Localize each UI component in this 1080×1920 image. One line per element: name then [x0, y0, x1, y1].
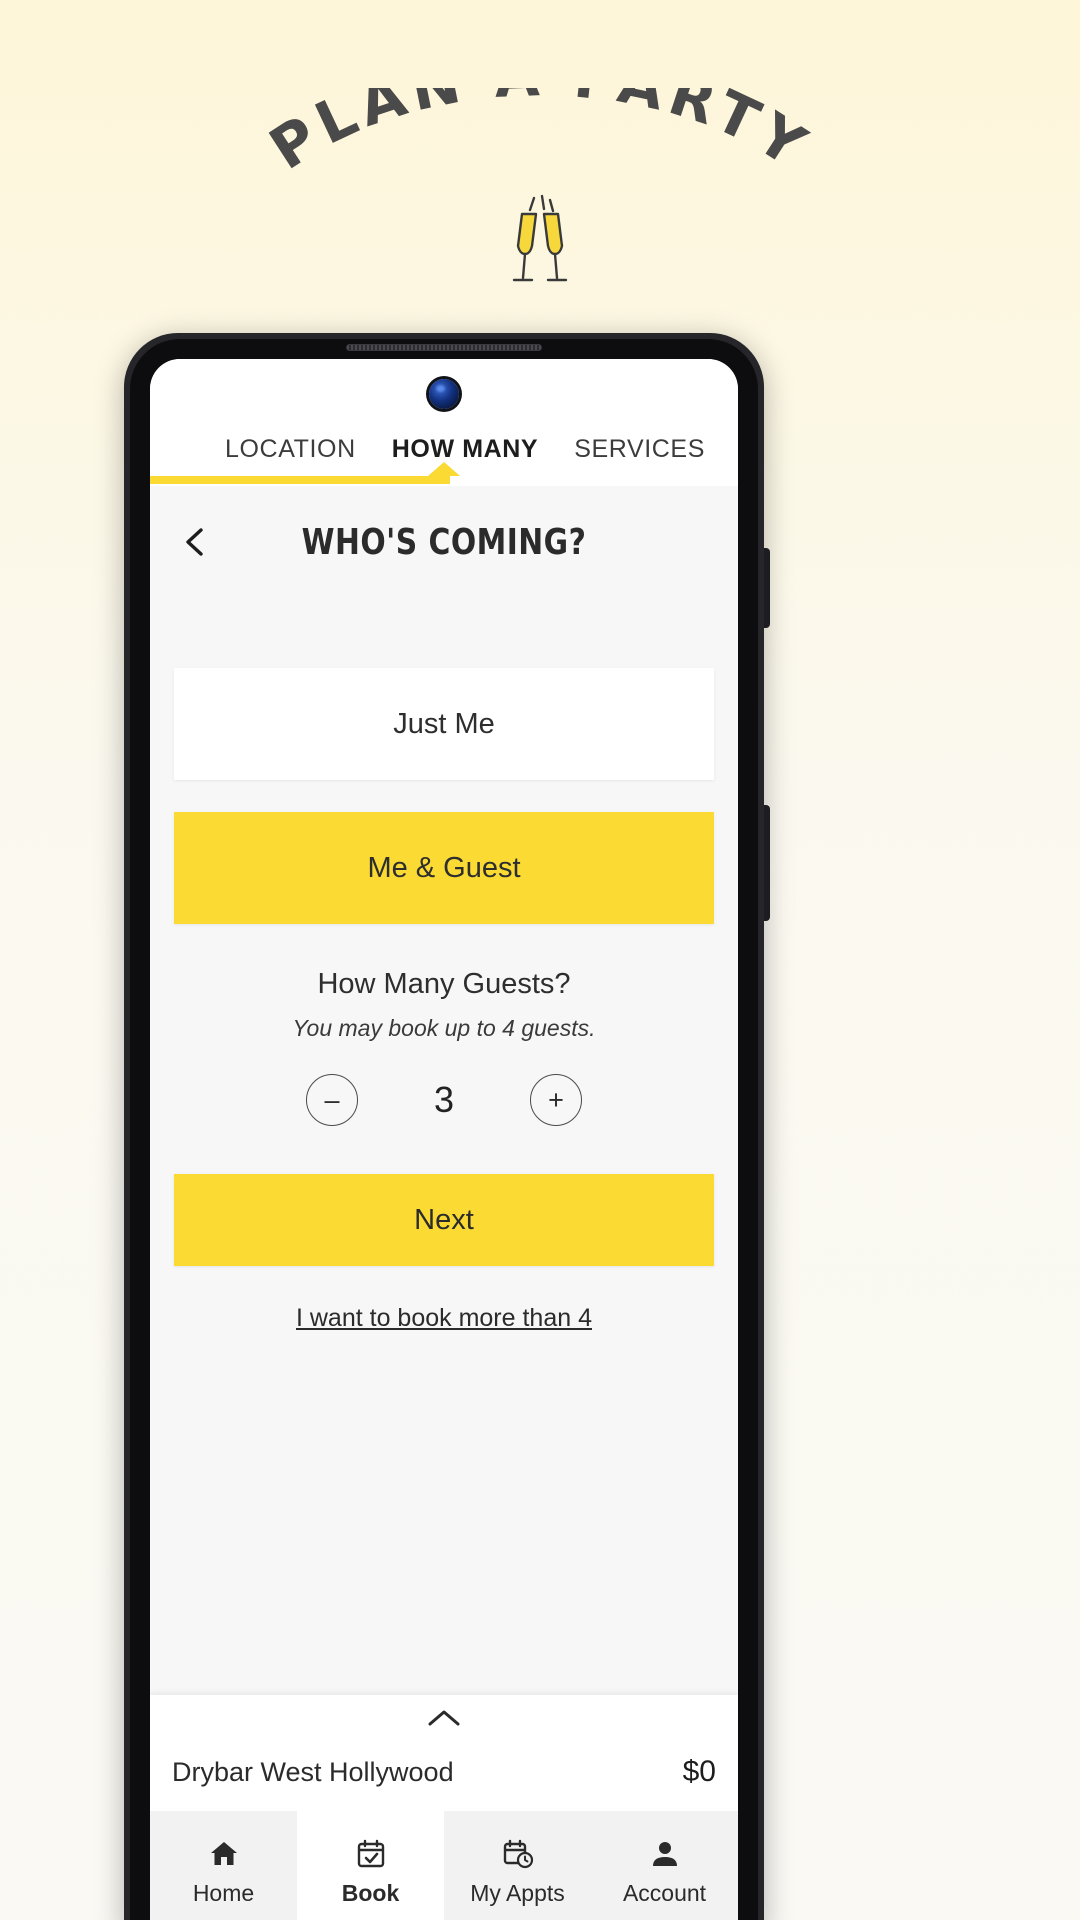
chevron-up-icon[interactable]: [424, 1707, 464, 1729]
nav-item-my-appts[interactable]: My Appts: [444, 1811, 591, 1920]
tab-how-many[interactable]: HOW MANY: [392, 435, 538, 466]
bottom-navigation: Home Book My Appts Account: [150, 1811, 738, 1920]
phone-speaker-grille: [346, 344, 542, 351]
phone-power-button: [764, 805, 770, 921]
next-button[interactable]: Next: [174, 1174, 714, 1266]
increment-guests-button[interactable]: +: [530, 1074, 582, 1126]
status-bar: [150, 359, 738, 431]
main-content: WHO'S COMING? Just Me Me & Guest How Man…: [150, 486, 738, 1402]
phone-screen: LOCATION HOW MANY SERVICES ADD-O WHO'S C…: [150, 359, 738, 1920]
person-icon: [648, 1837, 682, 1871]
decrement-guests-button[interactable]: –: [306, 1074, 358, 1126]
home-icon: [207, 1837, 241, 1871]
cart-summary-bar[interactable]: Drybar West Hollywood $0: [150, 1695, 738, 1811]
choice-me-and-guest-label: Me & Guest: [367, 851, 521, 884]
nav-item-home[interactable]: Home: [150, 1811, 297, 1920]
page-title: WHO'S COMING?: [301, 521, 587, 563]
choice-just-me-label: Just Me: [393, 707, 495, 740]
step-progress-pointer-icon: [428, 462, 460, 476]
cart-location-name: Drybar West Hollywood: [172, 1757, 454, 1787]
guest-quantity-stepper: – 3 +: [150, 1074, 738, 1126]
nav-item-my-appts-label: My Appts: [470, 1880, 565, 1906]
choice-just-me[interactable]: Just Me: [174, 668, 714, 780]
phone-mockup: LOCATION HOW MANY SERVICES ADD-O WHO'S C…: [124, 333, 770, 1920]
calendar-check-icon: [354, 1837, 388, 1871]
nav-item-book-label: Book: [341, 1880, 400, 1906]
nav-item-home-label: Home: [192, 1880, 255, 1906]
promo-header: PLAN A PARTY: [0, 0, 1080, 330]
front-camera-icon: [429, 379, 459, 409]
guests-question: How Many Guests?: [317, 968, 571, 1000]
guests-note: You may book up to 4 guests.: [292, 1015, 596, 1041]
cart-summary-row: Drybar West Hollywood $0: [150, 1755, 738, 1789]
svg-text:PLAN A PARTY: PLAN A PARTY: [258, 88, 822, 183]
tab-location[interactable]: LOCATION: [225, 435, 356, 466]
step-tabs: LOCATION HOW MANY SERVICES ADD-O: [150, 431, 738, 486]
next-button-label: Next: [414, 1203, 474, 1236]
champagne-glasses-icon: [480, 190, 600, 290]
phone-volume-button: [764, 548, 770, 628]
step-progress-track: [150, 462, 738, 486]
calendar-clock-icon: [501, 1837, 535, 1871]
nav-item-book[interactable]: Book: [297, 1811, 444, 1920]
cart-total-price: $0: [682, 1755, 716, 1788]
promo-title-text: PLAN A PARTY: [258, 88, 816, 183]
tab-services[interactable]: SERVICES: [574, 435, 705, 466]
step-progress-fill: [150, 476, 450, 484]
book-more-than-four-link[interactable]: I want to book more than 4: [150, 1304, 738, 1333]
choice-me-and-guest[interactable]: Me & Guest: [174, 812, 714, 924]
page-header: WHO'S COMING?: [150, 486, 738, 598]
nav-item-account-label: Account: [622, 1880, 707, 1906]
guest-count-value: 3: [433, 1079, 455, 1120]
nav-item-account[interactable]: Account: [591, 1811, 738, 1920]
